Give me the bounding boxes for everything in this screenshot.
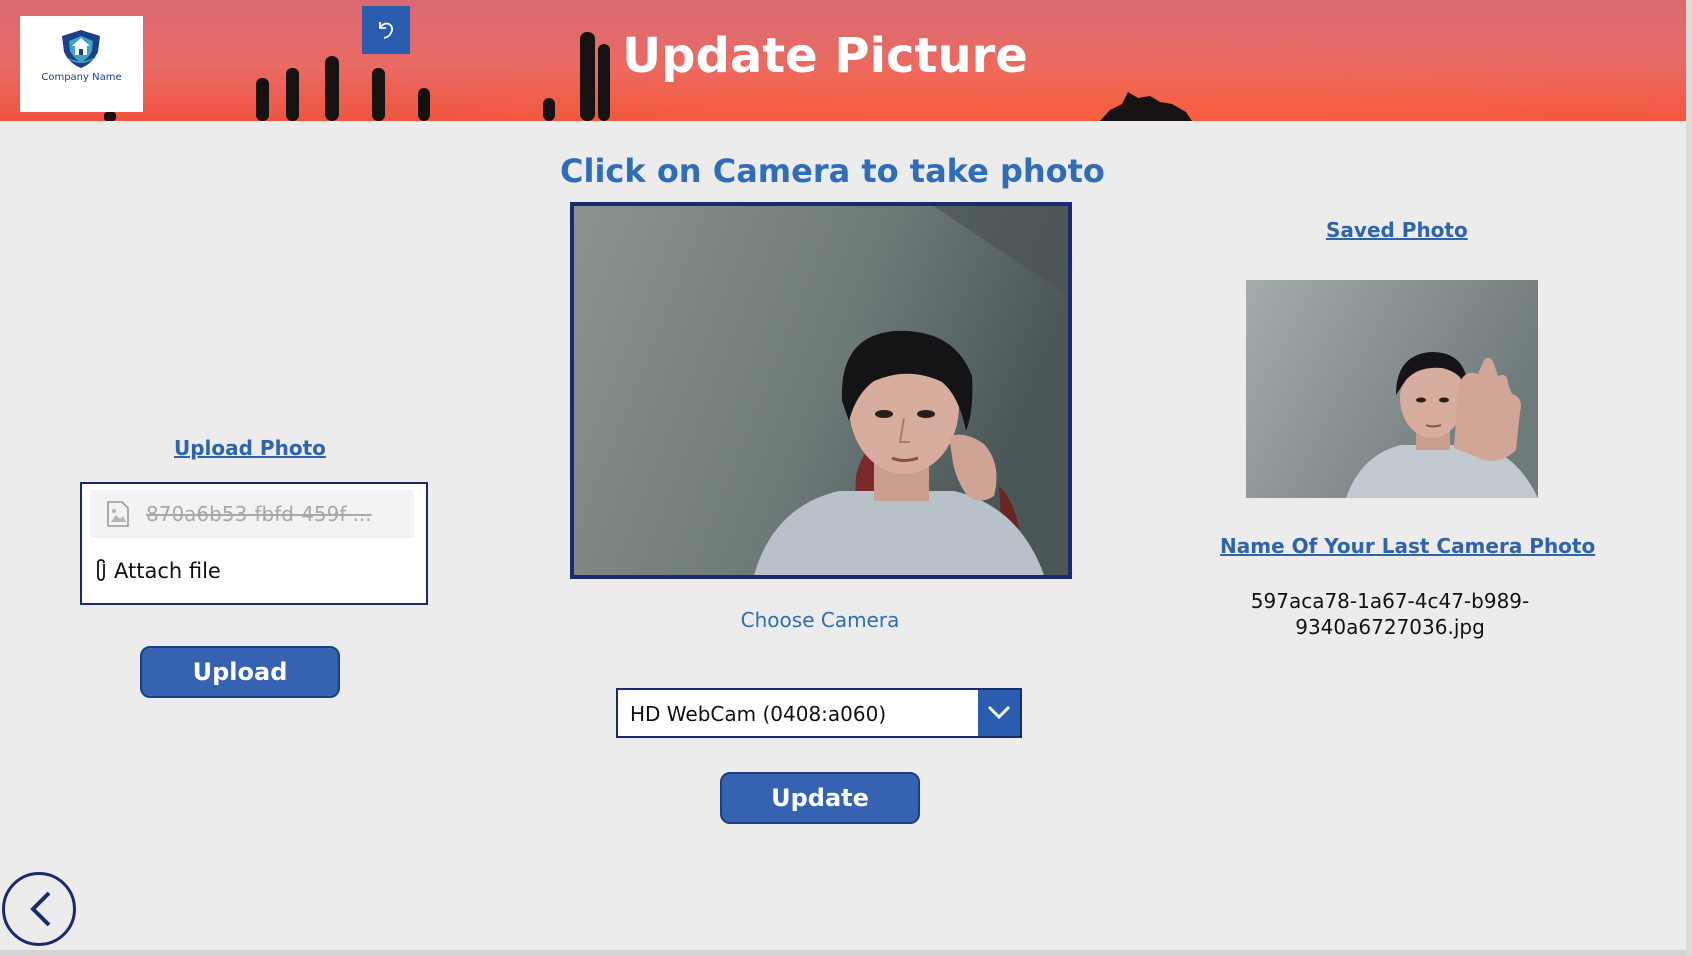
chevron-down-icon [987,705,1011,720]
attach-file-label: Attach file [114,559,221,583]
undo-remove-button[interactable] [362,6,410,54]
back-button[interactable] [2,872,76,946]
page-title: Update Picture [622,28,1028,84]
camera-instruction: Click on Camera to take photo [560,152,1105,190]
upload-button[interactable]: Upload [140,646,340,698]
camera-select[interactable]: HD WebCam (0408:a060) [616,688,1022,738]
camera-select-toggle[interactable] [978,690,1020,736]
attach-file-link[interactable]: Attach file [94,558,221,583]
company-logo: Company Name [20,16,143,112]
window-edge-bottom [0,950,1686,956]
camera-preview-image [574,206,1068,575]
saved-photo-preview [1246,280,1538,498]
attached-file-name: 870a6b53-fbfd-459f-... [146,502,372,526]
upload-photo-label: Upload Photo [174,436,326,460]
choose-camera-label: Choose Camera [740,608,900,632]
header-banner: Company Name Update Picture [0,0,1686,121]
saved-photo-image [1246,280,1538,498]
undo-icon [379,22,394,39]
window-edge-right [1686,0,1692,956]
attached-file[interactable]: 870a6b53-fbfd-459f-... [90,490,414,538]
back-arrow-icon [30,891,51,927]
attachment-control: 870a6b53-fbfd-459f-... Attach file [80,482,428,605]
company-logo-icon [62,30,100,68]
camera-feed[interactable] [570,202,1072,579]
logo-text: Company Name [41,72,122,83]
last-photo-name-value: 597aca78-1a67-4c47-b989-9340a6727036.jpg [1250,589,1530,639]
saved-photo-label: Saved Photo [1326,218,1468,242]
update-button[interactable]: Update [720,772,920,824]
paperclip-icon [97,559,105,581]
camera-select-value: HD WebCam (0408:a060) [630,702,887,726]
app-screen: Company Name Update Picture Click on Cam… [0,0,1686,950]
last-photo-name-label: Name Of Your Last Camera Photo [1220,534,1596,558]
image-file-icon [107,501,129,527]
